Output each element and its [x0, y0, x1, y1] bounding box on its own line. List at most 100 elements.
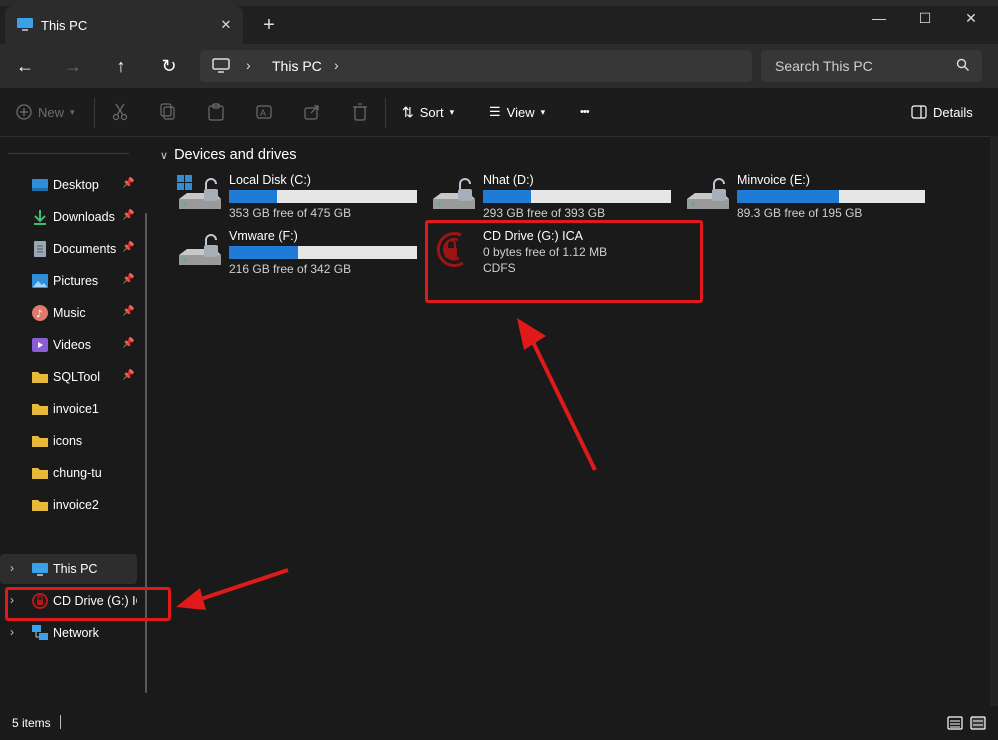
details-label: Details [933, 104, 973, 120]
status-divider [60, 715, 61, 729]
tab-this-pc[interactable]: This PC ✕ [5, 6, 243, 44]
chevron-right-icon: › [246, 57, 251, 73]
new-button[interactable]: New ▾ [16, 102, 75, 122]
group-header[interactable]: ∨ Devices and drives [160, 147, 297, 163]
sidebar-item-network[interactable]: › Network [0, 618, 137, 648]
title-bar: This PC ✕ + — ☐ ✕ [0, 0, 998, 44]
usage-bar [483, 190, 671, 203]
pin-icon[interactable]: 📌 [122, 306, 134, 317]
sidebar-item-label: invoice2 [53, 498, 99, 512]
drive-unlocked-icon [687, 178, 729, 209]
more-options-button[interactable]: ••• [580, 102, 590, 122]
share-icon[interactable] [304, 102, 320, 122]
music-icon: ♪ [32, 305, 48, 321]
sidebar-item-invoice2[interactable]: invoice2 [0, 490, 137, 520]
sidebar-item-sqltool[interactable]: SQLTool 📌 [0, 362, 137, 392]
pc-icon [17, 18, 33, 31]
details-view-icon[interactable] [947, 716, 963, 730]
drive-tile-c[interactable]: Local Disk (C:) 353 GB free of 475 GB [177, 173, 423, 221]
close-window-button[interactable]: ✕ [948, 4, 994, 32]
sort-button[interactable]: ⇅ Sort ▾ [402, 102, 454, 122]
search-input[interactable]: Search This PC [775, 58, 873, 74]
sidebar-item-pictures[interactable]: Pictures 📌 [0, 266, 137, 296]
desktop-icon [32, 179, 48, 191]
sort-icon: ⇅ [402, 103, 414, 120]
folder-icon [32, 372, 48, 383]
chevron-down-icon: ▾ [540, 106, 546, 117]
delete-icon[interactable] [352, 102, 368, 122]
sidebar-item-downloads[interactable]: Downloads 📌 [0, 202, 137, 232]
drive-free-space: 293 GB free of 393 GB [483, 206, 606, 220]
new-tab-button[interactable]: + [258, 14, 280, 36]
highlight-box-cd-drive [425, 220, 703, 303]
maximize-button[interactable]: ☐ [902, 4, 948, 32]
sidebar-item-music[interactable]: ♪ Music 📌 [0, 298, 137, 328]
sidebar-item-invoice1[interactable]: invoice1 [0, 394, 137, 424]
search-box[interactable]: Search This PC [761, 50, 982, 82]
plus-circle-icon [16, 104, 32, 120]
back-button[interactable]: ← [12, 53, 38, 79]
chevron-down-icon: ▾ [449, 106, 455, 117]
drive-unlocked-windows-icon [177, 175, 221, 209]
new-label: New [38, 104, 65, 120]
usage-bar [737, 190, 925, 203]
rename-icon[interactable]: A [256, 102, 272, 122]
documents-icon [34, 241, 46, 257]
drive-tile-e[interactable]: Minvoice (E:) 89.3 GB free of 195 GB [685, 173, 931, 221]
sidebar-item-label: invoice1 [53, 402, 99, 416]
usage-bar-fill [229, 246, 299, 259]
sidebar-item-label: This PC [53, 562, 98, 576]
sidebar-item-label: Network [53, 626, 99, 640]
copy-icon[interactable] [160, 102, 176, 122]
drive-tile-d[interactable]: Nhat (D:) 293 GB free of 393 GB [431, 173, 677, 221]
downloads-icon [34, 210, 46, 225]
item-count: 5 items [12, 716, 51, 730]
drive-free-space: 216 GB free of 342 GB [229, 262, 352, 276]
svg-text:♪: ♪ [36, 309, 42, 320]
chevron-right-icon[interactable]: › [10, 625, 14, 639]
minimize-button[interactable]: — [856, 4, 902, 32]
chevron-right-icon[interactable]: › [334, 57, 339, 73]
tiles-view-icon[interactable] [970, 716, 986, 730]
sidebar-scrollbar[interactable] [145, 213, 147, 693]
navigation-pane: Desktop 📌 Downloads 📌 Documents 📌 Pictur… [0, 137, 150, 707]
refresh-button[interactable]: ↻ [156, 53, 182, 79]
chevron-right-icon[interactable]: › [10, 561, 14, 575]
pin-icon[interactable]: 📌 [122, 274, 134, 285]
drive-name: Vmware (F:) [229, 229, 298, 243]
sidebar-item-desktop[interactable]: Desktop 📌 [0, 170, 137, 200]
sidebar-divider [8, 153, 129, 154]
up-button[interactable]: ↑ [108, 53, 134, 79]
command-bar: New ▾ A ⇅ Sort ▾ ☰ View ▾ ••• Details [0, 88, 998, 137]
cut-icon[interactable] [112, 102, 128, 122]
pin-icon[interactable]: 📌 [122, 210, 134, 221]
drive-free-space: 353 GB free of 475 GB [229, 206, 352, 220]
folder-icon [32, 500, 48, 511]
pin-icon[interactable]: 📌 [122, 242, 134, 253]
address-bar[interactable]: › This PC › [200, 50, 752, 82]
tab-close-button[interactable]: ✕ [215, 14, 237, 36]
folder-icon [32, 404, 48, 415]
pin-icon[interactable]: 📌 [122, 178, 134, 189]
drive-unlocked-icon [433, 178, 475, 209]
breadcrumb-this-pc[interactable]: This PC [272, 58, 322, 74]
pc-icon [32, 563, 48, 576]
pin-icon[interactable]: 📌 [122, 338, 134, 349]
details-button[interactable]: Details [911, 102, 973, 122]
sidebar-item-icons[interactable]: icons [0, 426, 137, 456]
chevron-down-icon: ∨ [160, 150, 169, 162]
right-edge-strip [990, 136, 998, 706]
paste-icon[interactable] [208, 102, 224, 122]
view-button[interactable]: ☰ View ▾ [489, 102, 545, 122]
sidebar-item-this-pc[interactable]: › This PC [0, 554, 137, 584]
drive-tile-f[interactable]: Vmware (F:) 216 GB free of 342 GB [177, 229, 423, 277]
details-pane-icon [911, 105, 927, 119]
forward-button[interactable]: → [60, 53, 86, 79]
pin-icon[interactable]: 📌 [122, 370, 134, 381]
chevron-down-icon: ▾ [70, 106, 75, 117]
sidebar-item-chung-tu[interactable]: chung-tu [0, 458, 137, 488]
drive-name: Nhat (D:) [483, 173, 534, 187]
sidebar-item-label: chung-tu [53, 466, 102, 480]
sidebar-item-videos[interactable]: Videos 📌 [0, 330, 137, 360]
sidebar-item-documents[interactable]: Documents 📌 [0, 234, 137, 264]
